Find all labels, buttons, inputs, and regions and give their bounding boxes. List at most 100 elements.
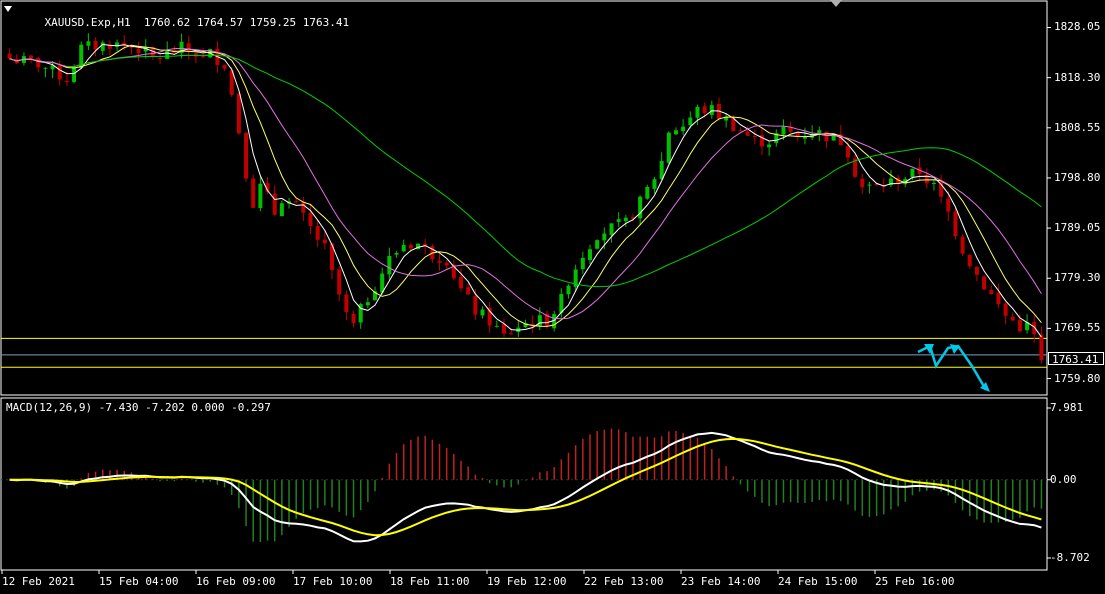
candle-body [444, 262, 449, 266]
macd-main-line [9, 431, 1042, 543]
macd-tick-label: -8.702 [1050, 551, 1090, 564]
candle-body [72, 67, 77, 82]
forecast-arrow [917, 344, 988, 391]
candle-body [459, 276, 464, 289]
macd-title: MACD(12,26,9) -7.430 -7.202 0.000 -0.297 [6, 401, 271, 414]
candle-body [344, 294, 349, 313]
candle-body [100, 42, 105, 51]
candle-body [652, 179, 657, 189]
time-tick-label: 17 Feb 10:00 [293, 575, 373, 588]
candle-body [258, 183, 263, 209]
candle-body [752, 136, 757, 138]
candle-body [473, 295, 478, 315]
candle-body [29, 55, 34, 59]
candle-body [602, 233, 607, 241]
candle-body [279, 203, 284, 217]
macd-tick-label: 0.00 [1050, 472, 1077, 486]
candle-body [559, 293, 564, 313]
candle-body [566, 285, 571, 295]
candle-body [989, 289, 994, 295]
time-tick-label: 15 Feb 04:00 [99, 575, 179, 588]
candle-body [645, 186, 650, 199]
candle-body [767, 144, 772, 148]
candle-body [129, 46, 134, 48]
symbol-label: XAUUSD.Exp,H1 [44, 16, 131, 29]
candle-body [910, 168, 915, 178]
candle-body [931, 182, 936, 184]
candle-body [845, 146, 850, 158]
candle-body [186, 43, 191, 52]
candle-body [57, 65, 62, 80]
candle-body [222, 65, 227, 69]
candle-body [294, 201, 299, 203]
candle-body [1017, 319, 1022, 332]
symbol-title: XAUUSD.Exp,H1 1760.62 1764.57 1759.25 17… [18, 5, 350, 41]
candle-body [817, 130, 822, 134]
candle-body [93, 40, 98, 50]
candle-body [1003, 303, 1008, 316]
candle-body [365, 302, 370, 306]
price-tick-label: 1789.05 [1054, 221, 1101, 235]
candle-body [609, 223, 614, 235]
candle-body [322, 239, 327, 244]
candle-body [387, 256, 392, 275]
candle-body [960, 236, 965, 254]
macd-pane-border [0, 397, 1048, 571]
candle-body [244, 132, 249, 179]
candle-body [666, 132, 671, 163]
time-tick-label: 25 Feb 16:00 [875, 575, 955, 588]
candle-body [272, 193, 277, 215]
ohlc-readout: 1760.62 1764.57 1759.25 1763.41 [143, 16, 350, 29]
ma-mid-line [9, 44, 1042, 327]
candle-body [695, 106, 700, 118]
ma-slow-line [9, 47, 1042, 320]
price-tick-label: 1808.55 [1054, 120, 1101, 134]
candle-body [301, 201, 306, 213]
candle-body [394, 252, 399, 255]
candle-body [437, 260, 442, 263]
candle-body [236, 93, 241, 134]
candle-body [408, 244, 413, 249]
ma-fast-line [9, 43, 1042, 338]
current-price-tag: 1763.41 [1048, 352, 1104, 366]
candle-body [201, 55, 206, 57]
candle-body [709, 105, 714, 115]
candle-body [466, 287, 471, 295]
trading-chart-window[interactable]: XAUUSD.Exp,H1 1760.62 1764.57 1759.25 17… [0, 0, 1105, 594]
time-tick-label: 16 Feb 09:00 [196, 575, 276, 588]
candle-body [659, 161, 664, 180]
candle-body [43, 67, 48, 69]
candle-body [616, 219, 621, 222]
time-tick-label: 18 Feb 11:00 [390, 575, 470, 588]
candle-body [781, 126, 786, 135]
candle-body [315, 225, 320, 240]
candle-body [494, 325, 499, 327]
macd-signal-line [9, 437, 1042, 537]
candle-body [587, 249, 592, 260]
candle-body [1010, 316, 1015, 321]
ma-long-line [66, 54, 1042, 288]
chart-shift-marker-icon[interactable] [830, 0, 842, 7]
candle-body [860, 178, 865, 188]
time-tick-label: 22 Feb 13:00 [584, 575, 664, 588]
candle-body [480, 309, 485, 316]
candle-body [946, 198, 951, 212]
candle-body [401, 244, 406, 252]
candle-body [136, 48, 141, 54]
candle-body [745, 131, 750, 136]
price-tick-label: 1828.05 [1054, 20, 1101, 34]
candle-body [681, 126, 686, 132]
price-tick-label: 1818.30 [1054, 70, 1101, 84]
symbol-menu-icon[interactable] [4, 6, 12, 12]
candle-body [673, 130, 678, 135]
macd-tick-label: 7.981 [1050, 401, 1084, 414]
candle-body [638, 196, 643, 219]
candle-body [982, 276, 987, 290]
candle-body [996, 292, 1001, 305]
candle-body [64, 80, 69, 83]
candle-body [967, 255, 972, 267]
candle-body [36, 57, 41, 68]
candle-body [509, 333, 514, 335]
candle-body [308, 212, 313, 226]
chart-canvas[interactable] [0, 0, 1105, 594]
